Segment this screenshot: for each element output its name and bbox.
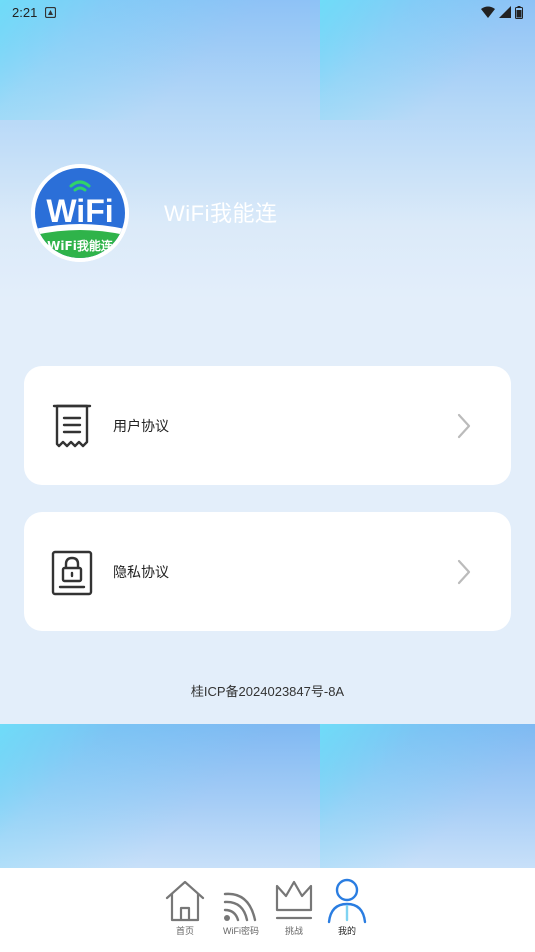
nav-label-wifi: WiFi密码 bbox=[223, 926, 259, 936]
privacy-agreement-row[interactable]: 隐私协议 bbox=[24, 512, 511, 631]
cell-signal-icon bbox=[499, 6, 511, 18]
crown-icon bbox=[275, 880, 313, 920]
wifi-logo-icon: WiFi WiFi我能连 bbox=[31, 164, 129, 262]
user-agreement-row[interactable]: 用户协议 bbox=[24, 366, 511, 485]
chevron-right-icon bbox=[457, 559, 471, 585]
bottom-nav: 首页 WiFi密码 挑战 我的 bbox=[0, 868, 535, 952]
chevron-right-icon bbox=[457, 413, 471, 439]
status-bar: 2:21 bbox=[0, 0, 535, 24]
home-icon bbox=[165, 880, 205, 922]
wifi-icon bbox=[223, 892, 257, 922]
nav-item-challenge[interactable]: 挑战 bbox=[269, 876, 319, 936]
svg-text:WiFi我能连: WiFi我能连 bbox=[47, 238, 114, 253]
icp-license-text: 桂ICP备2024023847号-8A bbox=[190, 684, 345, 699]
user-agreement-label: 用户协议 bbox=[113, 418, 169, 434]
nav-label-challenge: 挑战 bbox=[284, 926, 303, 936]
battery-icon bbox=[515, 5, 523, 19]
person-icon bbox=[327, 878, 367, 924]
status-icons bbox=[481, 5, 523, 19]
app-logo: WiFi WiFi我能连 bbox=[31, 164, 129, 262]
document-receipt-icon bbox=[52, 404, 92, 448]
nav-label-home: 首页 bbox=[175, 926, 194, 936]
notification-icon bbox=[45, 6, 57, 18]
nav-item-home[interactable]: 首页 bbox=[160, 876, 210, 936]
wifi-signal-icon bbox=[481, 6, 495, 18]
lock-document-icon bbox=[51, 550, 93, 596]
nav-item-wifi[interactable]: WiFi密码 bbox=[216, 876, 266, 936]
privacy-agreement-label: 隐私协议 bbox=[113, 564, 169, 580]
nav-label-me: 我的 bbox=[337, 926, 356, 936]
bottom-background bbox=[0, 724, 535, 868]
app-title: WiFi我能连 bbox=[164, 201, 278, 226]
svg-text:WiFi: WiFi bbox=[46, 193, 113, 229]
status-time: 2:21 bbox=[12, 4, 38, 20]
nav-item-me[interactable]: 我的 bbox=[322, 876, 372, 936]
